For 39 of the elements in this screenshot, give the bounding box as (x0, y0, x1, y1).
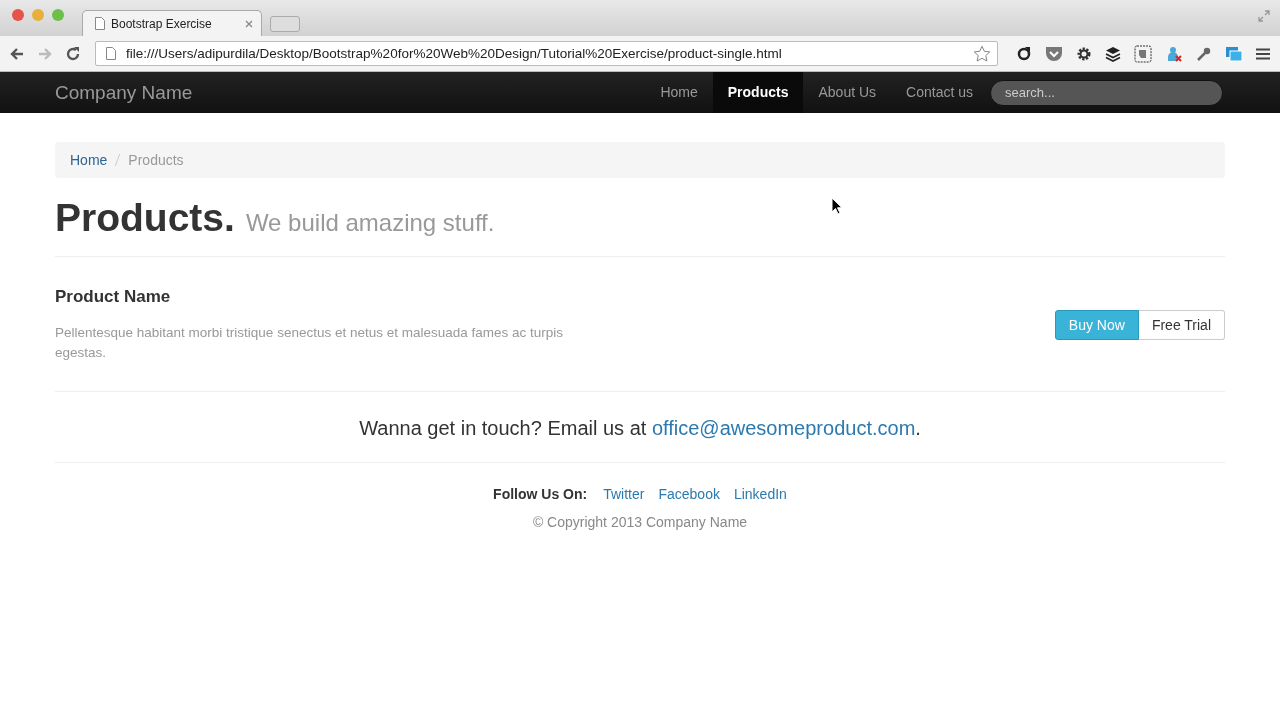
fullscreen-icon[interactable] (1258, 10, 1270, 22)
product-name: Product Name (55, 287, 172, 307)
nav-link[interactable]: About Us (803, 72, 892, 113)
close-icon[interactable] (12, 9, 24, 21)
copyright-text: © Copyright 2013 Company Name (531, 514, 749, 530)
key-icon[interactable] (1196, 45, 1212, 62)
pictures-icon[interactable] (1225, 45, 1243, 62)
layers-icon[interactable] (1105, 45, 1121, 62)
search-field[interactable]: search... (990, 79, 1223, 106)
page-title: Products. (55, 196, 235, 240)
person-remove-icon[interactable] (1165, 44, 1183, 63)
page-subtitle: We build amazing stuff. (245, 209, 495, 237)
sync-icon[interactable] (1016, 45, 1032, 62)
address-bar[interactable]: file:///Users/adipurdila/Desktop/Bootstrap%20for%20Web%20Design/Tutorial%20Exercise/product-single.html (95, 41, 998, 66)
browser-tab[interactable]: Bootstrap Exercise (82, 10, 262, 36)
social-link[interactable]: LinkedIn (733, 486, 787, 502)
email-link[interactable]: office@awesomeproduct.com (651, 417, 916, 439)
nav-link[interactable]: Products (712, 72, 804, 113)
contact-text: Wanna get in touch? Email us at office@awesomeproduct.com. (358, 416, 922, 441)
back-icon[interactable] (9, 45, 25, 62)
nav-link[interactable]: Home (645, 72, 713, 113)
settings-icon[interactable] (1076, 45, 1092, 62)
trial-button[interactable]: Free Trial (1138, 310, 1225, 340)
breadcrumb-current: Products (128, 152, 184, 168)
breadcrumb-link[interactable]: Home (70, 152, 108, 168)
document-icon (95, 17, 105, 30)
cursor-icon (831, 197, 843, 215)
close-icon[interactable] (245, 19, 253, 28)
menu-icon[interactable] (1256, 47, 1270, 60)
product-description: Pellentesque habitant morbi tristique senectus et netus et malesuada fames ac turpis egestas. (55, 324, 565, 362)
nav-link[interactable]: Contact us (891, 72, 988, 113)
star-icon[interactable] (973, 44, 991, 63)
reload-icon[interactable] (65, 45, 81, 62)
pocket-icon[interactable] (1045, 45, 1063, 62)
social-link[interactable]: Facebook (658, 486, 720, 502)
document-icon (106, 47, 116, 60)
social-link[interactable]: Twitter (603, 486, 645, 502)
follow-label: Follow Us On: (493, 486, 588, 502)
brand-link[interactable]: Company Name (55, 81, 193, 104)
